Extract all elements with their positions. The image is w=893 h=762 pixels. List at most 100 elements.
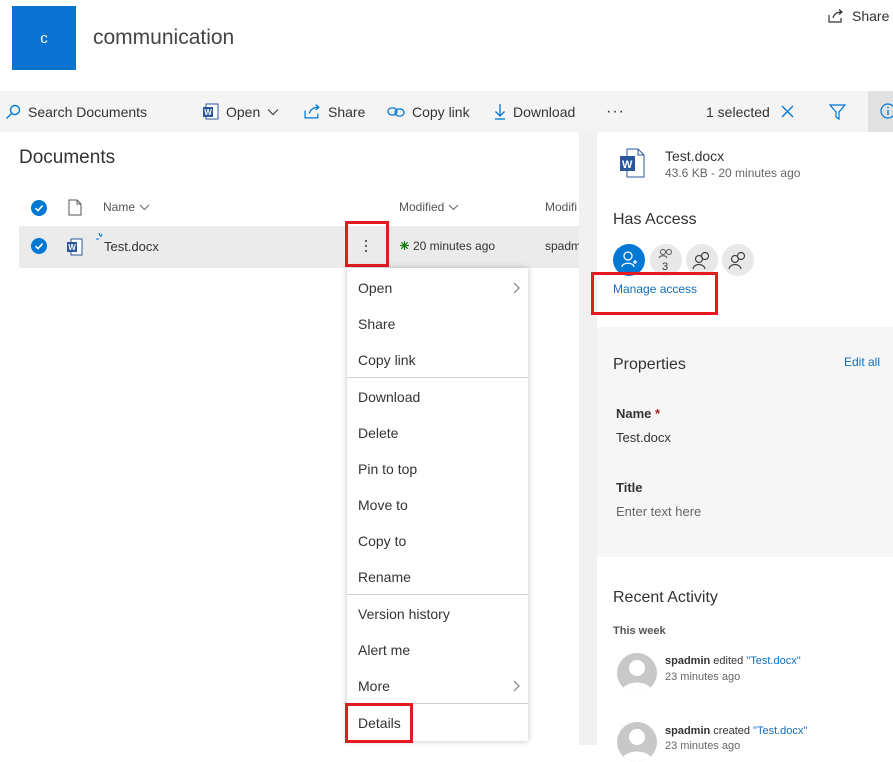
details-pane-toggle[interactable] [868, 91, 893, 132]
selection-count: 1 selected [706, 91, 794, 132]
activity-file-link[interactable]: "Test.docx" [746, 655, 800, 667]
menu-item-copy-link[interactable]: Copy link [358, 352, 416, 368]
has-access-title: Has Access [613, 211, 697, 228]
menu-item-version-history[interactable]: Version history [358, 606, 450, 622]
column-header-modified-by[interactable]: Modifi [545, 200, 577, 214]
svg-text:W: W [68, 243, 76, 252]
share-label: Share [328, 103, 366, 120]
add-person-icon [621, 251, 638, 269]
share-button[interactable]: Share [304, 91, 365, 132]
word-doc-icon: W [66, 238, 83, 256]
menu-item-copy-to[interactable]: Copy to [358, 533, 406, 549]
edit-all-link[interactable]: Edit all [844, 355, 880, 369]
open-button[interactable]: W Open [202, 91, 279, 132]
menu-item-pin-to-top[interactable]: Pin to top [358, 461, 417, 477]
search-icon [5, 104, 21, 120]
recent-activity-title: Recent Activity [613, 589, 718, 606]
site-logo-letter: c [40, 29, 48, 47]
svg-text:W: W [622, 159, 633, 171]
chevron-right-icon [513, 282, 520, 294]
activity-action: edited [710, 655, 747, 667]
context-menu: Open Share Copy link Download Delete Pin… [347, 268, 528, 741]
menu-divider [347, 594, 528, 595]
more-actions-button[interactable]: ··· [606, 91, 625, 132]
user-avatar [617, 722, 657, 762]
people-icon [692, 250, 712, 270]
properties-title: Properties [613, 356, 686, 373]
menu-item-download[interactable]: Download [358, 389, 420, 405]
panel-divider [579, 132, 597, 745]
chevron-right-icon [513, 680, 520, 692]
menu-item-delete[interactable]: Delete [358, 425, 398, 441]
more-options-icon[interactable] [364, 239, 368, 253]
selected-label: 1 selected [706, 103, 770, 120]
search-box[interactable]: Search Documents [5, 91, 147, 132]
row-checkbox[interactable] [31, 238, 47, 254]
copy-link-label: Copy link [412, 103, 470, 120]
link-people-icon [658, 248, 674, 260]
name-field-label: Name * [616, 406, 660, 421]
file-type-icon [68, 199, 82, 216]
menu-item-open[interactable]: Open [358, 280, 392, 296]
download-label: Download [513, 103, 576, 120]
word-file-icon: W [619, 148, 645, 178]
required-marker: * [655, 406, 661, 421]
activity-user[interactable]: spadmin [665, 725, 710, 737]
site-logo[interactable]: c [12, 6, 76, 70]
share-icon [304, 104, 321, 119]
activity-file-link[interactable]: "Test.docx" [753, 725, 807, 737]
title-field-input[interactable]: Enter text here [616, 504, 701, 519]
group-avatar[interactable] [722, 244, 754, 276]
select-all-checkbox[interactable] [31, 200, 47, 216]
filter-icon [829, 103, 846, 120]
site-title[interactable]: communication [93, 26, 234, 50]
column-name-label: Name [103, 200, 136, 214]
details-file-meta: 43.6 KB - 20 minutes ago [665, 166, 801, 180]
chevron-down-icon [267, 108, 279, 116]
user-avatar [617, 653, 657, 693]
new-star-icon [400, 241, 409, 250]
download-icon [494, 103, 506, 120]
site-share-label: Share [852, 8, 890, 24]
menu-divider [347, 377, 528, 378]
info-icon [880, 103, 893, 119]
download-button[interactable]: Download [494, 91, 575, 132]
menu-item-share[interactable]: Share [358, 316, 395, 332]
site-share-button[interactable]: Share [828, 8, 889, 24]
menu-item-alert-me[interactable]: Alert me [358, 642, 410, 658]
word-icon: W [202, 103, 219, 120]
file-name-link[interactable]: Test.docx [104, 239, 159, 254]
column-header-modified[interactable]: Modified [399, 200, 459, 214]
people-icon [728, 250, 748, 270]
command-bar: Search Documents W Open Share Copy link … [0, 91, 893, 132]
menu-item-more[interactable]: More [358, 678, 390, 694]
activity-item: spadmin edited "Test.docx" [665, 655, 801, 667]
copy-link-button[interactable]: Copy link [387, 91, 470, 132]
activity-time: 23 minutes ago [665, 671, 741, 683]
this-week-label: This week [613, 625, 666, 637]
library-title: Documents [19, 147, 116, 168]
menu-item-rename[interactable]: Rename [358, 569, 411, 585]
activity-action: created [710, 725, 754, 737]
modified-by-value: spadm [545, 239, 582, 253]
column-header-name[interactable]: Name [103, 200, 150, 214]
details-file-name: Test.docx [665, 148, 725, 164]
menu-item-move-to[interactable]: Move to [358, 497, 408, 513]
chevron-down-icon [448, 204, 459, 211]
chevron-down-icon [139, 204, 150, 211]
share-icon [828, 9, 844, 23]
open-label: Open [226, 103, 261, 120]
clear-selection-icon[interactable] [781, 105, 794, 118]
link-icon [387, 106, 405, 118]
name-field-value[interactable]: Test.docx [616, 430, 671, 445]
filter-button[interactable] [829, 91, 846, 132]
svg-text:W: W [204, 108, 212, 117]
highlight-box-manage-access [591, 272, 718, 315]
title-field-label: Title [616, 480, 643, 495]
search-input[interactable]: Search Documents [28, 104, 147, 120]
modified-value: 20 minutes ago [413, 239, 496, 253]
column-modified-label: Modified [399, 200, 445, 214]
activity-time: 23 minutes ago [665, 740, 741, 752]
activity-item: spadmin created "Test.docx" [665, 725, 807, 737]
activity-user[interactable]: spadmin [665, 655, 710, 667]
